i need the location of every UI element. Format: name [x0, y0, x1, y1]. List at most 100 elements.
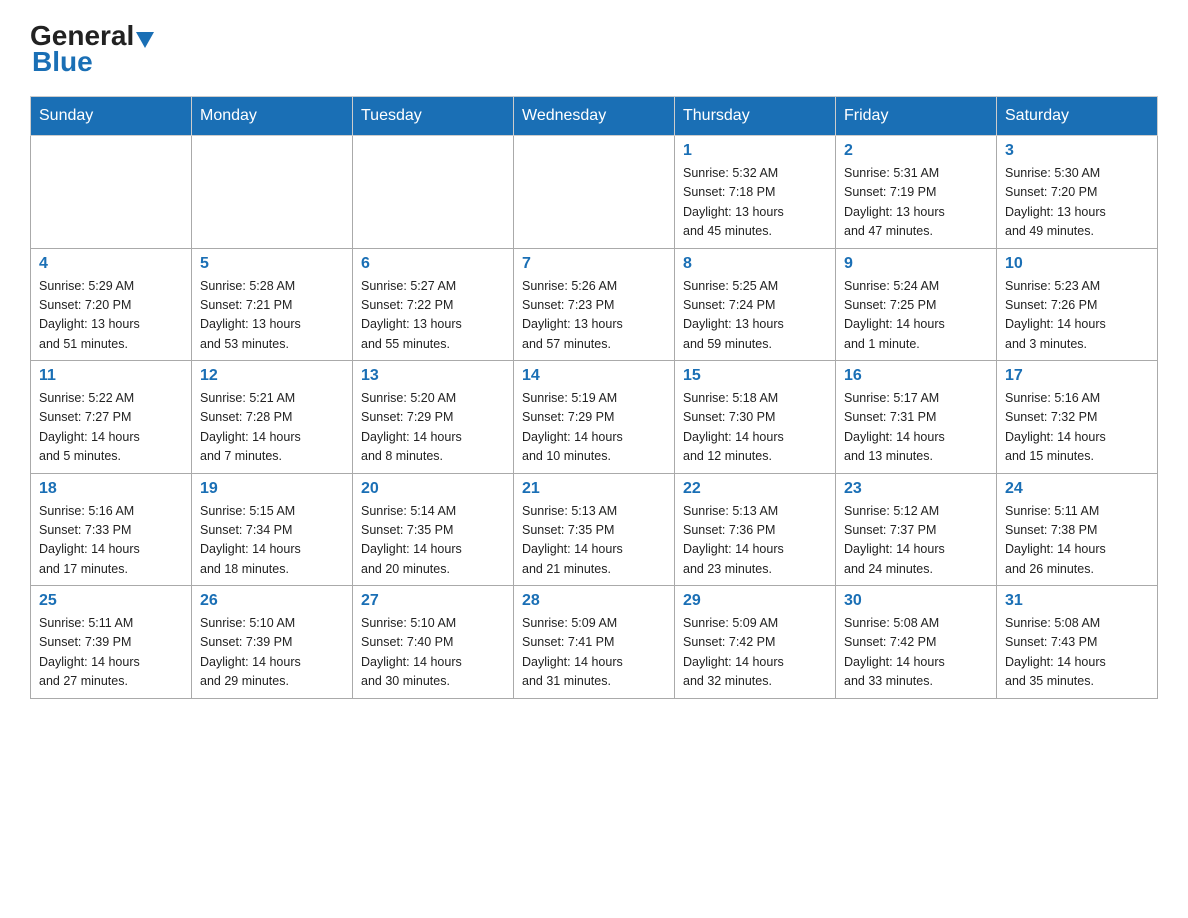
day-info: Sunrise: 5:16 AMSunset: 7:33 PMDaylight:…: [39, 502, 183, 580]
day-number: 10: [1005, 255, 1149, 273]
day-number: 25: [39, 592, 183, 610]
day-info: Sunrise: 5:12 AMSunset: 7:37 PMDaylight:…: [844, 502, 988, 580]
calendar-cell: 16 Sunrise: 5:17 AMSunset: 7:31 PMDayligh…: [836, 361, 997, 474]
day-info: Sunrise: 5:25 AMSunset: 7:24 PMDaylight:…: [683, 277, 827, 355]
day-number: 14: [522, 367, 666, 385]
day-number: 27: [361, 592, 505, 610]
calendar-cell: 26Sunrise: 5:10 AMSunset: 7:39 PMDayligh…: [192, 586, 353, 699]
day-number: 31: [1005, 592, 1149, 610]
calendar-cell: 9 Sunrise: 5:24 AMSunset: 7:25 PMDaylight…: [836, 248, 997, 361]
day-number: 13: [361, 367, 505, 385]
day-number: 22: [683, 480, 827, 498]
week-row-1: 1 Sunrise: 5:32 AMSunset: 7:18 PMDaylight…: [31, 136, 1158, 249]
calendar-cell: 4 Sunrise: 5:29 AMSunset: 7:20 PMDaylight…: [31, 248, 192, 361]
week-row-5: 25 Sunrise: 5:11 AMSunset: 7:39 PMDayligh…: [31, 586, 1158, 699]
calendar-cell: 3 Sunrise: 5:30 AMSunset: 7:20 PMDaylight…: [997, 136, 1158, 249]
calendar-cell: 30 Sunrise: 5:08 AMSunset: 7:42 PMDayligh…: [836, 586, 997, 699]
day-info: Sunrise: 5:21 AMSunset: 7:28 PMDaylight:…: [200, 389, 344, 467]
day-info: Sunrise: 5:20 AMSunset: 7:29 PMDaylight:…: [361, 389, 505, 467]
weekday-header-thursday: Thursday: [675, 97, 836, 136]
calendar-cell: 28 Sunrise: 5:09 AMSunset: 7:41 PMDayligh…: [514, 586, 675, 699]
weekday-header-monday: Monday: [192, 97, 353, 136]
day-number: 16: [844, 367, 988, 385]
day-number: 15: [683, 367, 827, 385]
day-info: Sunrise: 5:24 AMSunset: 7:25 PMDaylight:…: [844, 277, 988, 355]
day-info: Sunrise: 5:13 AMSunset: 7:35 PMDaylight:…: [522, 502, 666, 580]
day-info: Sunrise: 5:14 AMSunset: 7:35 PMDaylight:…: [361, 502, 505, 580]
day-number: 24: [1005, 480, 1149, 498]
day-info: Sunrise: 5:17 AMSunset: 7:31 PMDaylight:…: [844, 389, 988, 467]
day-info: Sunrise: 5:22 AMSunset: 7:27 PMDaylight:…: [39, 389, 183, 467]
day-number: 9: [844, 255, 988, 273]
day-number: 3: [1005, 142, 1149, 160]
calendar-cell: 21 Sunrise: 5:13 AMSunset: 7:35 PMDayligh…: [514, 473, 675, 586]
calendar-cell: 5 Sunrise: 5:28 AMSunset: 7:21 PMDaylight…: [192, 248, 353, 361]
day-number: 21: [522, 480, 666, 498]
calendar-cell: [31, 136, 192, 249]
week-row-4: 18Sunrise: 5:16 AMSunset: 7:33 PMDayligh…: [31, 473, 1158, 586]
day-number: 1: [683, 142, 827, 160]
weekday-header-friday: Friday: [836, 97, 997, 136]
day-number: 30: [844, 592, 988, 610]
day-info: Sunrise: 5:10 AMSunset: 7:40 PMDaylight:…: [361, 614, 505, 692]
calendar-cell: 20 Sunrise: 5:14 AMSunset: 7:35 PMDayligh…: [353, 473, 514, 586]
day-number: 4: [39, 255, 183, 273]
day-info: Sunrise: 5:27 AMSunset: 7:22 PMDaylight:…: [361, 277, 505, 355]
calendar-cell: [192, 136, 353, 249]
day-number: 20: [361, 480, 505, 498]
calendar-cell: 10 Sunrise: 5:23 AMSunset: 7:26 PMDayligh…: [997, 248, 1158, 361]
day-number: 28: [522, 592, 666, 610]
calendar-table: SundayMondayTuesdayWednesdayThursdayFrid…: [30, 96, 1158, 699]
weekday-header-sunday: Sunday: [31, 97, 192, 136]
weekday-header-wednesday: Wednesday: [514, 97, 675, 136]
calendar-cell: [514, 136, 675, 249]
day-info: Sunrise: 5:08 AMSunset: 7:42 PMDaylight:…: [844, 614, 988, 692]
day-info: Sunrise: 5:29 AMSunset: 7:20 PMDaylight:…: [39, 277, 183, 355]
week-row-3: 11 Sunrise: 5:22 AMSunset: 7:27 PMDayligh…: [31, 361, 1158, 474]
day-info: Sunrise: 5:19 AMSunset: 7:29 PMDaylight:…: [522, 389, 666, 467]
weekday-header-tuesday: Tuesday: [353, 97, 514, 136]
day-number: 29: [683, 592, 827, 610]
calendar-cell: 18Sunrise: 5:16 AMSunset: 7:33 PMDayligh…: [31, 473, 192, 586]
calendar-cell: 11 Sunrise: 5:22 AMSunset: 7:27 PMDayligh…: [31, 361, 192, 474]
day-number: 5: [200, 255, 344, 273]
calendar-cell: 14 Sunrise: 5:19 AMSunset: 7:29 PMDayligh…: [514, 361, 675, 474]
day-info: Sunrise: 5:31 AMSunset: 7:19 PMDaylight:…: [844, 164, 988, 242]
page-header: General Blue: [30, 20, 1158, 78]
day-info: Sunrise: 5:23 AMSunset: 7:26 PMDaylight:…: [1005, 277, 1149, 355]
weekday-header-row: SundayMondayTuesdayWednesdayThursdayFrid…: [31, 97, 1158, 136]
day-info: Sunrise: 5:30 AMSunset: 7:20 PMDaylight:…: [1005, 164, 1149, 242]
day-info: Sunrise: 5:09 AMSunset: 7:41 PMDaylight:…: [522, 614, 666, 692]
calendar-cell: 12 Sunrise: 5:21 AMSunset: 7:28 PMDayligh…: [192, 361, 353, 474]
logo-blue-text: Blue: [32, 46, 93, 78]
day-number: 11: [39, 367, 183, 385]
day-info: Sunrise: 5:16 AMSunset: 7:32 PMDaylight:…: [1005, 389, 1149, 467]
calendar-cell: 31Sunrise: 5:08 AMSunset: 7:43 PMDayligh…: [997, 586, 1158, 699]
calendar-cell: 7 Sunrise: 5:26 AMSunset: 7:23 PMDaylight…: [514, 248, 675, 361]
calendar-cell: 23 Sunrise: 5:12 AMSunset: 7:37 PMDayligh…: [836, 473, 997, 586]
calendar-cell: [353, 136, 514, 249]
calendar-cell: 6Sunrise: 5:27 AMSunset: 7:22 PMDaylight…: [353, 248, 514, 361]
day-info: Sunrise: 5:32 AMSunset: 7:18 PMDaylight:…: [683, 164, 827, 242]
day-number: 19: [200, 480, 344, 498]
day-number: 7: [522, 255, 666, 273]
calendar-cell: 29Sunrise: 5:09 AMSunset: 7:42 PMDayligh…: [675, 586, 836, 699]
day-number: 8: [683, 255, 827, 273]
calendar-cell: 17 Sunrise: 5:16 AMSunset: 7:32 PMDayligh…: [997, 361, 1158, 474]
day-info: Sunrise: 5:11 AMSunset: 7:38 PMDaylight:…: [1005, 502, 1149, 580]
day-number: 12: [200, 367, 344, 385]
day-info: Sunrise: 5:10 AMSunset: 7:39 PMDaylight:…: [200, 614, 344, 692]
day-info: Sunrise: 5:11 AMSunset: 7:39 PMDaylight:…: [39, 614, 183, 692]
calendar-cell: 27 Sunrise: 5:10 AMSunset: 7:40 PMDayligh…: [353, 586, 514, 699]
weekday-header-saturday: Saturday: [997, 97, 1158, 136]
calendar-cell: 24 Sunrise: 5:11 AMSunset: 7:38 PMDayligh…: [997, 473, 1158, 586]
week-row-2: 4 Sunrise: 5:29 AMSunset: 7:20 PMDaylight…: [31, 248, 1158, 361]
day-info: Sunrise: 5:28 AMSunset: 7:21 PMDaylight:…: [200, 277, 344, 355]
day-number: 17: [1005, 367, 1149, 385]
day-info: Sunrise: 5:15 AMSunset: 7:34 PMDaylight:…: [200, 502, 344, 580]
calendar-cell: 2Sunrise: 5:31 AMSunset: 7:19 PMDaylight…: [836, 136, 997, 249]
day-info: Sunrise: 5:26 AMSunset: 7:23 PMDaylight:…: [522, 277, 666, 355]
logo: General Blue: [30, 20, 154, 78]
day-number: 23: [844, 480, 988, 498]
logo-triangle-icon: [136, 32, 154, 48]
